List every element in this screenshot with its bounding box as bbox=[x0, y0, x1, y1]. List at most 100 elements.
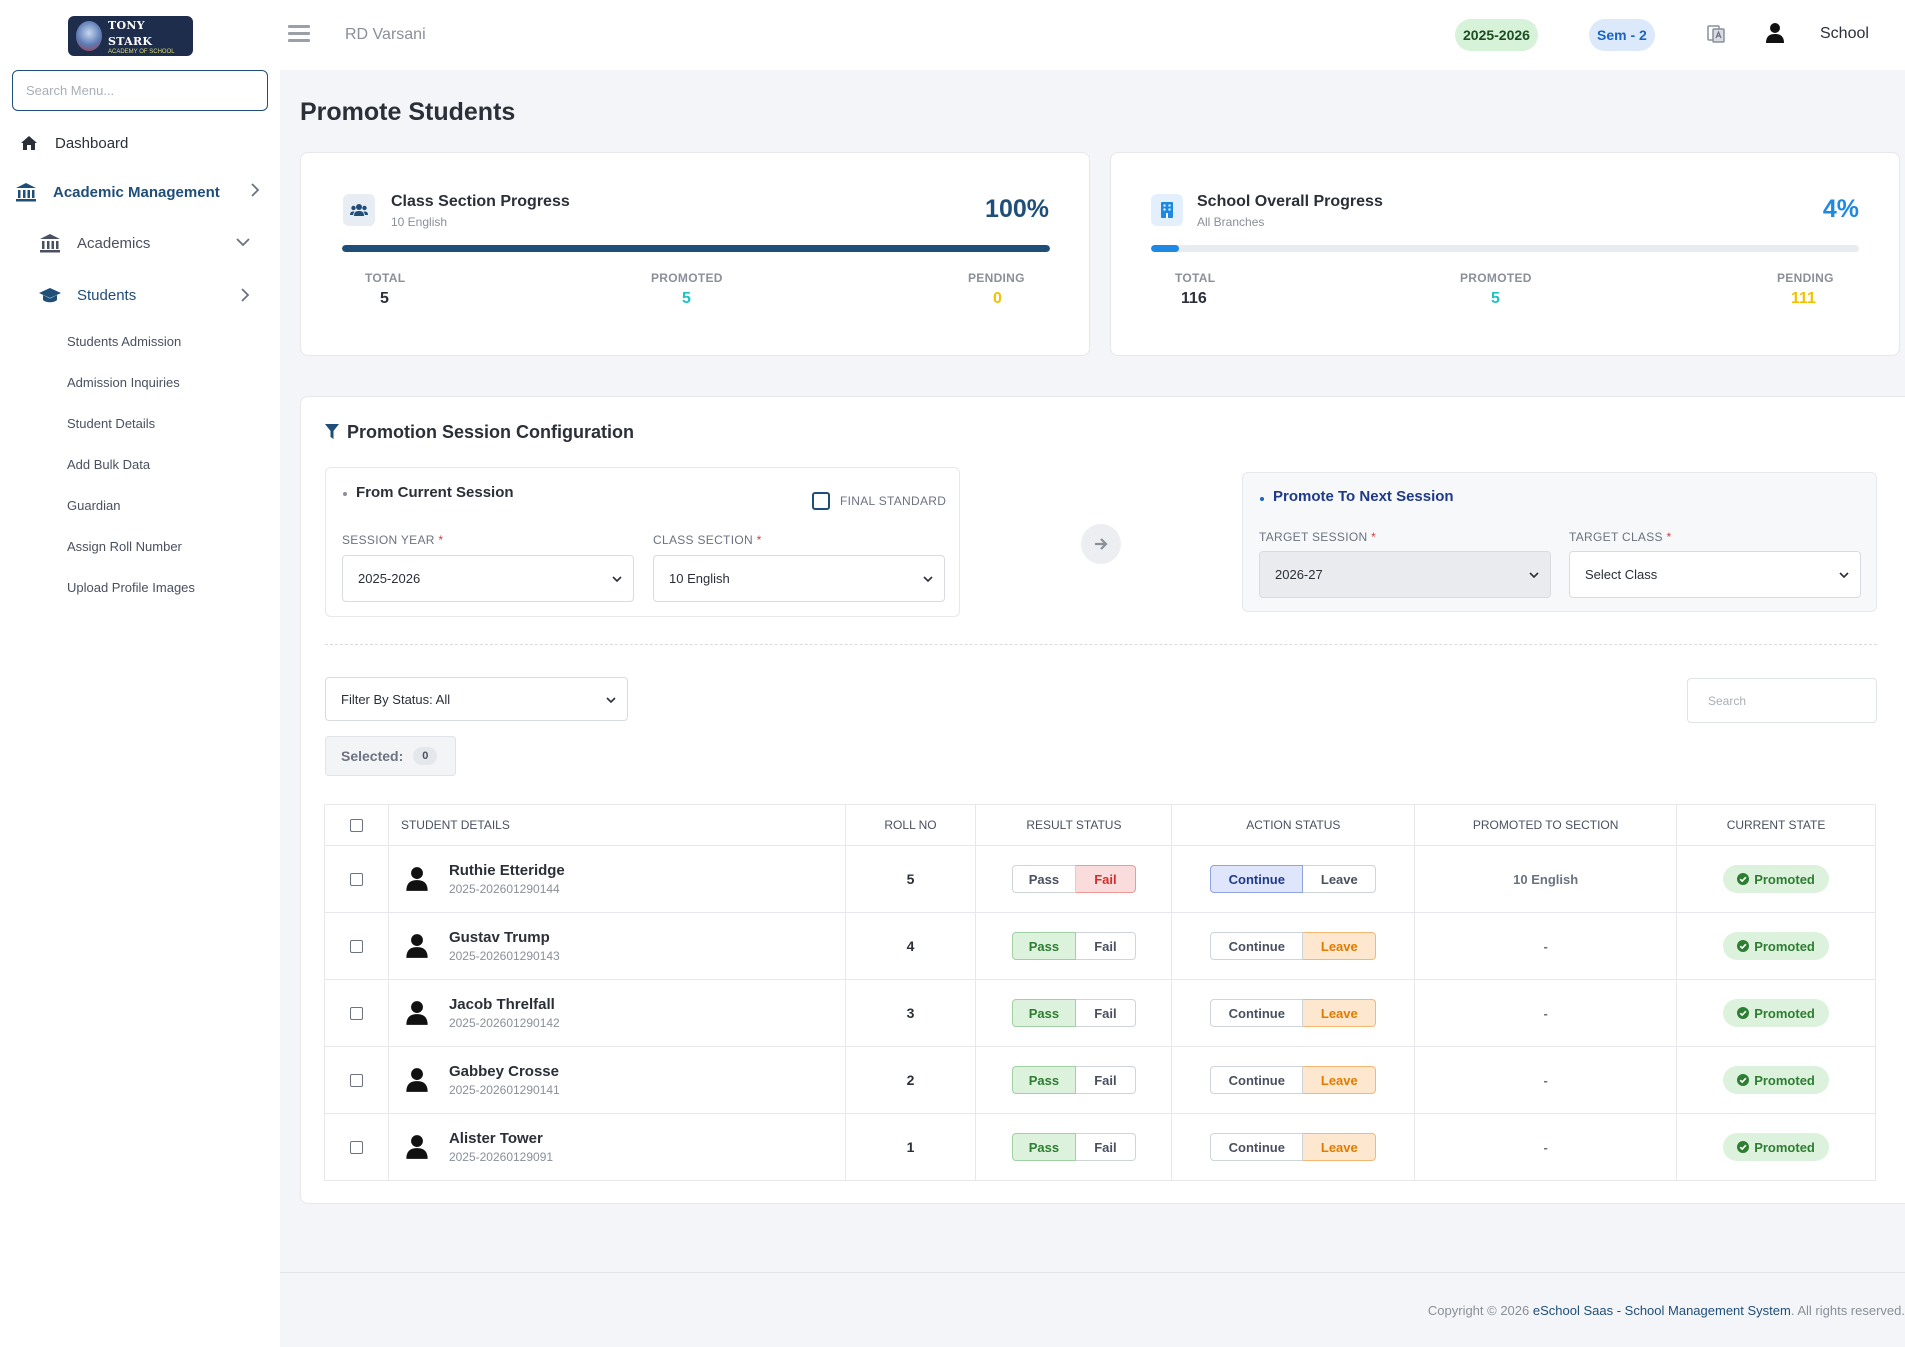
pass-button[interactable]: Pass bbox=[1011, 999, 1076, 1027]
menu-search-input[interactable] bbox=[12, 70, 268, 111]
status-badge: Promoted bbox=[1723, 999, 1829, 1027]
target-session-select[interactable]: 2026-27 bbox=[1259, 551, 1551, 598]
leave-button[interactable]: Leave bbox=[1303, 1133, 1377, 1161]
continue-button[interactable]: Continue bbox=[1210, 932, 1304, 960]
sidebar-subitem-assign-roll-number[interactable]: Assign Roll Number bbox=[67, 539, 182, 554]
table-search-input[interactable] bbox=[1687, 678, 1877, 723]
table-row[interactable]: Ruthie Etteridge 2025-202601290144 5 Pass Fa… bbox=[324, 845, 1876, 913]
sidebar-item-dashboard[interactable]: Dashboard bbox=[18, 134, 128, 152]
user-name[interactable]: School bbox=[1820, 25, 1869, 43]
sidebar-item-students[interactable]: Students bbox=[38, 286, 136, 304]
row-checkbox[interactable] bbox=[349, 1073, 363, 1087]
table-row[interactable]: Gustav Trump 2025-202601290143 4 Pass Fail Co… bbox=[324, 912, 1876, 980]
header-student-details[interactable]: STUDENT DETAILS bbox=[388, 804, 846, 846]
leave-button[interactable]: Leave bbox=[1303, 999, 1377, 1027]
chevron-right-icon[interactable] bbox=[250, 183, 260, 197]
select-all-cell bbox=[324, 804, 389, 846]
chevron-right-icon[interactable] bbox=[240, 288, 250, 302]
leave-button[interactable]: Leave bbox=[1303, 932, 1377, 960]
sidebar-subitem-students-admission[interactable]: Students Admission bbox=[67, 334, 181, 349]
result-status-cell: Pass Fail bbox=[975, 1046, 1173, 1114]
status-filter-select[interactable]: Filter By Status: All bbox=[325, 677, 628, 721]
student-name[interactable]: Jacob Threlfall bbox=[449, 996, 560, 1013]
result-status-cell: Pass Fail bbox=[975, 845, 1173, 913]
table-row[interactable]: Gabbey Crosse 2025-202601290141 2 Pass Fail C… bbox=[324, 1046, 1876, 1114]
semester-badge[interactable]: Sem - 2 bbox=[1589, 19, 1655, 51]
student-name[interactable]: Gustav Trump bbox=[449, 929, 560, 946]
hamburger-menu-icon[interactable] bbox=[288, 25, 310, 43]
student-id: 2025-202601290143 bbox=[448, 949, 560, 963]
row-checkbox[interactable] bbox=[349, 939, 363, 953]
class-promoted-label: PROMOTED bbox=[651, 271, 723, 285]
header-roll-no[interactable]: ROLL NO bbox=[845, 804, 977, 846]
sidebar-item-label: Dashboard bbox=[55, 134, 129, 152]
continue-button[interactable]: Continue bbox=[1210, 999, 1304, 1027]
pass-button[interactable]: Pass bbox=[1011, 932, 1076, 960]
student-avatar-icon bbox=[406, 934, 428, 958]
language-icon[interactable] bbox=[1706, 24, 1728, 46]
continue-button[interactable]: Continue bbox=[1210, 865, 1304, 893]
student-name[interactable]: Gabbey Crosse bbox=[449, 1063, 560, 1080]
row-checkbox[interactable] bbox=[349, 1006, 363, 1020]
graduation-cap-icon bbox=[38, 286, 62, 304]
status-text: Promoted bbox=[1754, 871, 1815, 887]
row-checkbox[interactable] bbox=[349, 872, 363, 886]
select-all-checkbox[interactable] bbox=[349, 818, 363, 832]
school-logo[interactable]: TONY STARK ACADEMY OF SCHOOL bbox=[68, 16, 193, 56]
session-year-badge[interactable]: 2025-2026 bbox=[1455, 19, 1538, 51]
from-session-panel: From Current Session FINAL STANDARD SESS… bbox=[325, 467, 960, 617]
continue-button[interactable]: Continue bbox=[1210, 1133, 1304, 1161]
sidebar-item-academic-management[interactable]: Academic Management bbox=[14, 183, 220, 202]
roll-number: 4 bbox=[845, 912, 977, 980]
arrow-right-icon[interactable] bbox=[1081, 524, 1121, 564]
promoted-to-section: 10 English bbox=[1414, 845, 1678, 913]
current-state-cell: Promoted bbox=[1676, 845, 1876, 913]
selected-count: 0 bbox=[413, 747, 438, 765]
result-status-cell: Pass Fail bbox=[975, 1113, 1173, 1181]
fail-button[interactable]: Fail bbox=[1075, 1133, 1136, 1161]
student-details-cell: Gustav Trump 2025-202601290143 bbox=[388, 912, 846, 980]
footer-brand-link[interactable]: eSchool Saas - School Management System bbox=[1533, 1303, 1791, 1318]
sidebar-subitem-upload-profile-images[interactable]: Upload Profile Images bbox=[67, 580, 195, 595]
pass-button[interactable]: Pass bbox=[1011, 1066, 1076, 1094]
student-details-cell: Alister Tower 2025-20260129091 bbox=[388, 1113, 846, 1181]
footer-prefix: Copyright © 2026 bbox=[1427, 1303, 1533, 1318]
continue-button[interactable]: Continue bbox=[1210, 1066, 1304, 1094]
sidebar-item-label: Students bbox=[77, 286, 137, 304]
leave-button[interactable]: Leave bbox=[1303, 865, 1377, 893]
student-id: 2025-202601290142 bbox=[448, 1016, 560, 1030]
sidebar-subitem-guardian[interactable]: Guardian bbox=[67, 498, 120, 513]
user-icon[interactable] bbox=[1765, 22, 1787, 46]
class-section-select[interactable]: 10 English bbox=[653, 555, 945, 602]
fail-button[interactable]: Fail bbox=[1075, 999, 1136, 1027]
pass-button[interactable]: Pass bbox=[1011, 865, 1076, 893]
target-class-select[interactable]: Select Class bbox=[1569, 551, 1861, 598]
class-pending-label: PENDING bbox=[968, 271, 1025, 285]
student-name[interactable]: Alister Tower bbox=[449, 1130, 553, 1147]
school-promoted-label: PROMOTED bbox=[1460, 271, 1532, 285]
sidebar-item-academics[interactable]: Academics bbox=[38, 234, 150, 253]
student-name[interactable]: Ruthie Etteridge bbox=[449, 862, 565, 879]
fail-button[interactable]: Fail bbox=[1075, 932, 1136, 960]
table-header-row: STUDENT DETAILS ROLL NO RESULT STATUS AC… bbox=[324, 804, 1876, 846]
chevron-down-icon bbox=[923, 576, 933, 583]
status-text: Promoted bbox=[1754, 1072, 1815, 1088]
session-year-select[interactable]: 2025-2026 bbox=[342, 555, 634, 602]
sidebar-subitem-add-bulk-data[interactable]: Add Bulk Data bbox=[67, 457, 150, 472]
fail-button[interactable]: Fail bbox=[1075, 1066, 1136, 1094]
table-row[interactable]: Jacob Threlfall 2025-202601290142 3 Pass Fai… bbox=[324, 979, 1876, 1047]
leave-button[interactable]: Leave bbox=[1303, 1066, 1377, 1094]
chevron-down-icon[interactable] bbox=[236, 237, 250, 247]
pass-button[interactable]: Pass bbox=[1011, 1133, 1076, 1161]
target-class-label: TARGET CLASS * bbox=[1569, 530, 1672, 544]
table-row[interactable]: Alister Tower 2025-20260129091 1 Pass Fail Co… bbox=[324, 1113, 1876, 1181]
fail-button[interactable]: Fail bbox=[1075, 865, 1136, 893]
building-icon bbox=[1151, 194, 1183, 226]
row-checkbox[interactable] bbox=[349, 1140, 363, 1154]
school-pending-label: PENDING bbox=[1777, 271, 1834, 285]
student-avatar-icon bbox=[406, 1001, 428, 1025]
status-filter-value: Filter By Status: All bbox=[341, 691, 451, 707]
final-standard-checkbox[interactable] bbox=[812, 492, 830, 510]
sidebar-subitem-student-details[interactable]: Student Details bbox=[67, 416, 155, 431]
sidebar-subitem-admission-inquiries[interactable]: Admission Inquiries bbox=[67, 375, 180, 390]
